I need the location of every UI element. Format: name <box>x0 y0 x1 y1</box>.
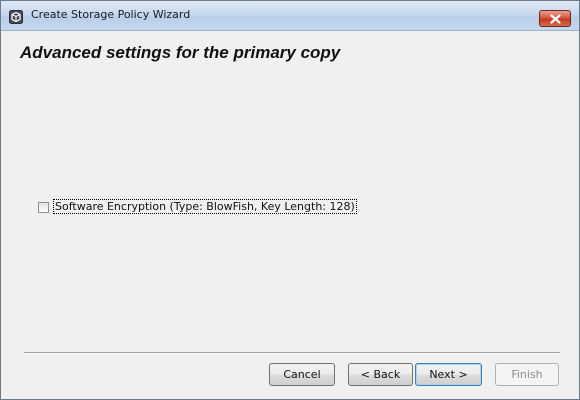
title-bar[interactable]: Create Storage Policy Wizard <box>1 1 579 31</box>
cancel-button[interactable]: Cancel <box>269 363 335 386</box>
next-button[interactable]: Next > <box>415 363 482 386</box>
window-title: Create Storage Policy Wizard <box>31 8 191 21</box>
wizard-window: Create Storage Policy Wizard Advanced se… <box>0 0 580 400</box>
close-icon <box>550 14 561 24</box>
wizard-content: Advanced settings for the primary copy S… <box>2 31 578 399</box>
page-title: Advanced settings for the primary copy <box>20 43 341 62</box>
software-encryption-label[interactable]: Software Encryption (Type: BlowFish, Key… <box>53 199 357 214</box>
button-separator <box>24 352 560 354</box>
storage-policy-app-icon <box>9 9 23 24</box>
finish-button: Finish <box>495 363 559 386</box>
back-button[interactable]: < Back <box>348 363 413 386</box>
software-encryption-checkbox[interactable] <box>38 202 49 213</box>
close-button[interactable] <box>539 10 571 27</box>
